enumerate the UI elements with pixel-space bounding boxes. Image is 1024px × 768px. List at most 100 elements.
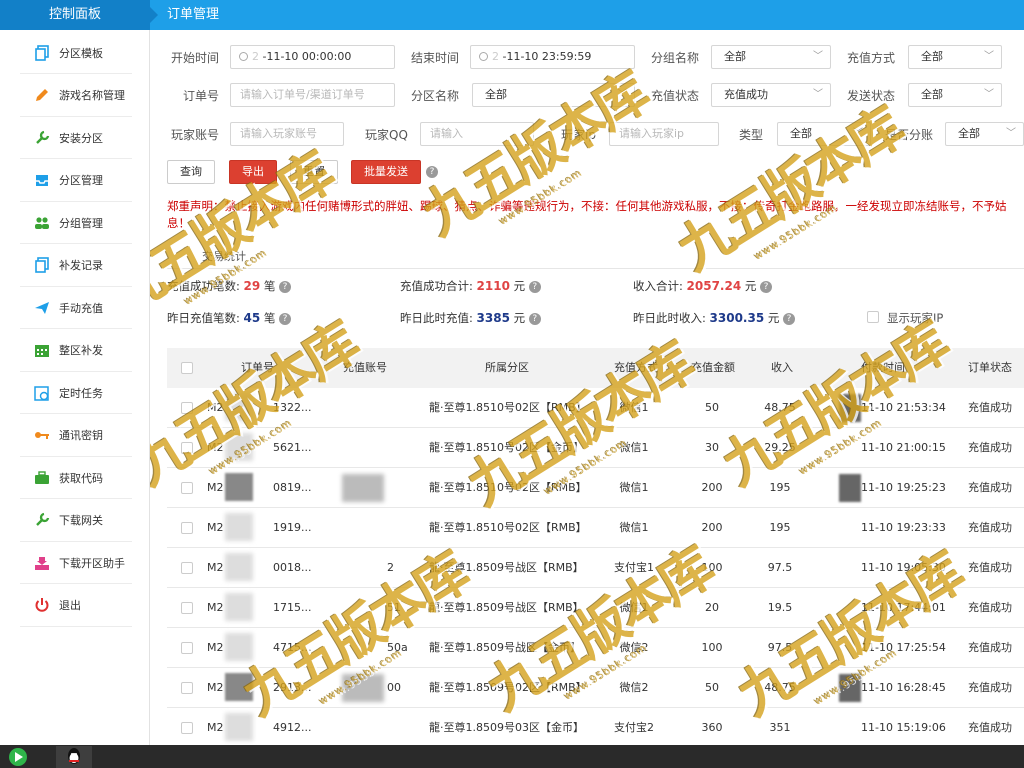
success-count-value: 29 bbox=[243, 279, 261, 293]
type-label: 类型 bbox=[739, 128, 764, 142]
cell-account: 00 bbox=[387, 681, 401, 694]
copy-icon bbox=[34, 257, 50, 273]
redacted-area bbox=[225, 593, 253, 621]
sidebar-item-8[interactable]: 定时任务 bbox=[20, 372, 132, 414]
sidebar-item-6[interactable]: 手动充值 bbox=[20, 287, 132, 329]
redacted-area bbox=[225, 513, 253, 541]
send-icon bbox=[34, 300, 50, 316]
sidebar-item-label: 下载网关 bbox=[59, 514, 103, 527]
redacted-area bbox=[225, 553, 253, 581]
sidebar-item-13[interactable]: 退出 bbox=[20, 585, 132, 627]
inbox-icon bbox=[34, 172, 50, 188]
group-select-value: 全部 bbox=[724, 50, 746, 63]
row-checkbox[interactable] bbox=[181, 682, 193, 694]
cell-order-prefix: M2 bbox=[207, 561, 224, 574]
money-unit: 元 bbox=[513, 279, 526, 293]
send-status-select[interactable]: 全部 ﹀ bbox=[908, 83, 1002, 107]
sidebar-item-5[interactable]: 补发记录 bbox=[20, 245, 132, 287]
sidebar-item-4[interactable]: 分组管理 bbox=[20, 202, 132, 244]
help-icon[interactable]: ? bbox=[783, 312, 795, 325]
sidebar-item-11[interactable]: 下载网关 bbox=[20, 500, 132, 542]
cell-order-prefix: M2 bbox=[207, 521, 224, 534]
sidebar-item-9[interactable]: 通讯密钥 bbox=[20, 415, 132, 457]
redacted-area bbox=[225, 713, 253, 741]
sidebar-item-0[interactable]: 分区模板 bbox=[20, 32, 132, 74]
yesterday-pay-value: 3385 bbox=[476, 311, 510, 325]
split-select-value: 全部 bbox=[958, 127, 980, 140]
yesterday-income-label: 昨日此时收入: bbox=[633, 311, 706, 325]
row-checkbox[interactable] bbox=[181, 602, 193, 614]
sidebar-item-10[interactable]: 获取代码 bbox=[20, 457, 132, 499]
table-row[interactable]: M2 0819... 龍·至尊1.8510号02区【RMB】 微信1 200 195 11-… bbox=[167, 468, 1024, 508]
cell-status: 充值成功 bbox=[968, 721, 1012, 734]
sidebar-item-label: 手动充值 bbox=[59, 301, 103, 315]
redacted-area bbox=[225, 473, 253, 501]
sidebar-item-label: 游戏名称管理 bbox=[59, 89, 125, 102]
money-unit: 元 bbox=[513, 311, 526, 325]
yesterday-pay-stat: 昨日此时充值: 3385 元 ? bbox=[400, 310, 541, 326]
sidebar-item-label: 分区管理 bbox=[59, 174, 103, 187]
pay-status-select[interactable]: 充值成功 ﹀ bbox=[711, 83, 831, 107]
qq-taskbar-icon[interactable] bbox=[56, 746, 92, 768]
split-select[interactable]: 全部 ﹀ bbox=[945, 122, 1024, 146]
table-row[interactable]: M2 1919... 龍·至尊1.8510号02区【RMB】 微信1 200 195 11-… bbox=[167, 508, 1024, 548]
browser-taskbar-icon[interactable] bbox=[0, 746, 36, 768]
cell-order-prefix: M2 bbox=[207, 601, 224, 614]
send-status-select-value: 全部 bbox=[921, 88, 943, 101]
order-no-input[interactable]: 请输入订单号/渠道订单号 bbox=[230, 83, 395, 107]
help-icon[interactable]: ? bbox=[279, 280, 292, 293]
order-no-placeholder: 请输入订单号/渠道订单号 bbox=[240, 88, 365, 101]
chevron-down-icon: ﹀ bbox=[1006, 128, 1016, 139]
control-panel-title[interactable]: 控制面板 bbox=[0, 0, 150, 30]
sidebar-item-1[interactable]: 游戏名称管理 bbox=[20, 75, 132, 117]
sidebar-item-2[interactable]: 安装分区 bbox=[20, 117, 132, 159]
income-total-label: 收入合计: bbox=[633, 279, 683, 293]
top-bar: 控制面板 订单管理 bbox=[0, 0, 1024, 30]
query-button[interactable]: 查询 bbox=[167, 160, 215, 184]
row-checkbox[interactable] bbox=[181, 642, 193, 654]
cell-status: 充值成功 bbox=[968, 681, 1012, 694]
pay-method-select[interactable]: 全部 ﹀ bbox=[908, 45, 1002, 69]
order-no-label: 订单号 bbox=[183, 89, 220, 103]
pay-method-label: 充值方式 bbox=[847, 51, 896, 65]
power-icon bbox=[34, 597, 50, 613]
cell-order-prefix: M2 bbox=[207, 641, 224, 654]
group-select[interactable]: 全部 ﹀ bbox=[711, 45, 831, 69]
download-icon bbox=[34, 555, 50, 571]
clock-icon bbox=[479, 52, 488, 61]
sidebar-item-12[interactable]: 下载开区助手 bbox=[20, 542, 132, 584]
row-checkbox[interactable] bbox=[181, 562, 193, 574]
calendar-clock-icon bbox=[34, 385, 50, 401]
cell-pay-time: 11-10 19:25:23 bbox=[861, 481, 946, 494]
show-ip-checkbox[interactable] bbox=[867, 311, 879, 323]
briefcase-icon bbox=[34, 470, 50, 486]
cell-pay-time: 11-10 15:19:06 bbox=[861, 721, 946, 734]
copy-icon bbox=[34, 44, 50, 61]
cell-order-prefix: M2 bbox=[207, 681, 224, 694]
help-icon[interactable]: ? bbox=[760, 280, 772, 293]
start-time-input[interactable]: 2 -11-10 00:00:00 bbox=[230, 45, 395, 69]
clock-icon bbox=[239, 52, 248, 61]
redacted-area bbox=[342, 474, 384, 502]
sidebar-item-label: 安装分区 bbox=[59, 131, 103, 145]
cell-pay-method: 支付宝2 bbox=[614, 721, 654, 734]
cell-order-tail: 1919... bbox=[273, 521, 312, 534]
help-icon[interactable]: ? bbox=[528, 312, 541, 325]
row-checkbox[interactable] bbox=[181, 522, 193, 534]
count-unit: 笔 bbox=[263, 311, 276, 325]
end-time-value: -11-10 23:59:59 bbox=[502, 50, 592, 63]
cell-pay-time: 11-10 21:00:15 bbox=[861, 441, 946, 454]
start-time-label: 开始时间 bbox=[171, 51, 220, 65]
cell-status: 充值成功 bbox=[968, 641, 1012, 654]
sidebar-item-7[interactable]: 整区补发 bbox=[20, 330, 132, 372]
sidebar-item-3[interactable]: 分区管理 bbox=[20, 160, 132, 202]
col-status: 订单状态 bbox=[968, 361, 1012, 374]
help-icon[interactable]: ? bbox=[528, 280, 541, 293]
stats-divider bbox=[167, 268, 1024, 269]
sidebar-item-label: 分组管理 bbox=[59, 216, 103, 230]
select-all-checkbox[interactable] bbox=[181, 362, 193, 374]
row-checkbox[interactable] bbox=[181, 722, 193, 734]
key-icon bbox=[34, 427, 50, 443]
end-time-label: 结束时间 bbox=[411, 51, 460, 65]
users-icon bbox=[34, 215, 50, 231]
